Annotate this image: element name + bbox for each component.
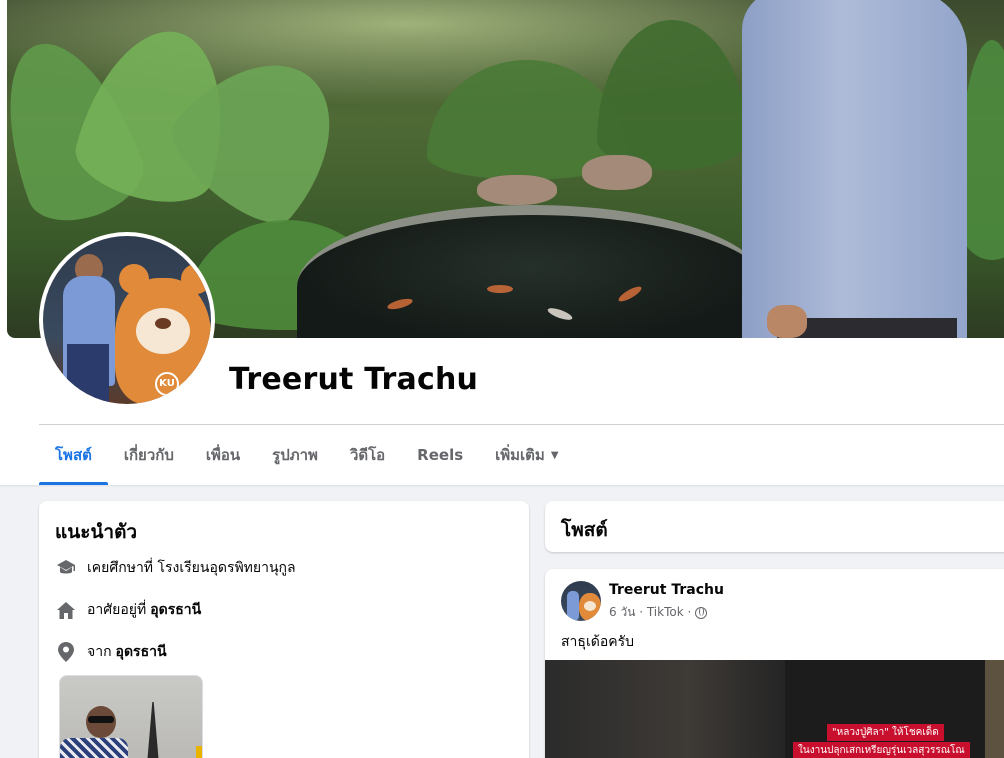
tab-reels[interactable]: Reels: [401, 425, 479, 485]
intro-lives-place[interactable]: อุดรธานี: [150, 599, 201, 621]
tab-friends[interactable]: เพื่อน: [190, 425, 256, 485]
profile-name: Treerut Trachu: [229, 362, 479, 397]
globe-icon[interactable]: [695, 606, 708, 619]
post-meta: 6 วัน · TikTok ·: [609, 603, 708, 622]
photo-person-shirt: [60, 738, 128, 758]
post-author-name[interactable]: Treerut Trachu: [609, 582, 724, 598]
photo-eiffel-tower: [146, 702, 160, 758]
avatar-person: [567, 591, 579, 621]
posts-header-card: โพสต์: [545, 501, 1004, 552]
cover-koi: [487, 285, 513, 293]
tab-label: โพสต์: [55, 446, 92, 464]
video-caption-line: ในงานปลุกเสกเหรียญรุ่นเวลสุวรรณโณ: [793, 742, 970, 758]
tab-label: เกี่ยวกับ: [123, 446, 174, 464]
tab-more[interactable]: เพิ่มเติม ▼: [479, 425, 574, 485]
intro-from-row: จาก อุดรธานี: [55, 641, 167, 663]
cover-koi-pond: [297, 205, 767, 338]
avatar-person-jeans: [67, 344, 109, 404]
tab-label: เพื่อน: [205, 446, 241, 464]
cover-rock: [582, 155, 652, 190]
post-author-avatar[interactable]: [561, 581, 601, 621]
intro-lives-row: อาศัยอยู่ที่ อุดรธานี: [55, 599, 201, 621]
post-meta-text[interactable]: 6 วัน · TikTok ·: [609, 603, 691, 622]
profile-tabs: โพสต์ เกี่ยวกับ เพื่อน รูปภาพ วิดีโอ Ree…: [39, 425, 575, 485]
tab-label: รูปภาพ: [272, 446, 318, 464]
graduation-cap-icon: [55, 557, 77, 579]
photo-person-sunglasses: [88, 716, 114, 723]
tab-photos[interactable]: รูปภาพ: [256, 425, 334, 485]
cover-person-hand: [767, 305, 807, 338]
cover-person-shirt: [742, 0, 967, 338]
avatar-bear-face: [136, 308, 190, 354]
post-video[interactable]: "หลวงปู่ศิลา" ให้โชคเด็ด ในงานปลุกเสกเหร…: [545, 660, 1004, 758]
intro-title: แนะนำตัว: [55, 521, 138, 543]
avatar-bear-face: [584, 601, 596, 611]
video-blurred-background: [545, 660, 785, 758]
location-pin-icon: [55, 641, 77, 663]
cover-rock: [477, 175, 557, 205]
video-side-panel: [985, 660, 1004, 758]
profile-picture[interactable]: KU: [43, 236, 211, 404]
photo-yellow-object: [196, 746, 202, 758]
tab-label: เพิ่มเติม: [495, 446, 545, 464]
intro-from-place[interactable]: อุดรธานี: [116, 641, 167, 663]
tab-label: Reels: [417, 446, 464, 464]
intro-card: แนะนำตัว เคยศึกษาที่ โรงเรียนอุดรพิทยานุ…: [39, 501, 529, 758]
header-shadow: [0, 485, 1004, 487]
post-card: Treerut Trachu 6 วัน · TikTok · สาธุเด้อ…: [545, 569, 1004, 758]
home-icon: [55, 599, 77, 621]
avatar-bear-logo: KU: [155, 372, 179, 396]
avatar-bear-nose: [155, 318, 171, 329]
featured-photo[interactable]: [59, 675, 203, 758]
tab-label: วิดีโอ: [349, 446, 386, 464]
video-caption-line: "หลวงปู่ศิลา" ให้โชคเด็ด: [827, 724, 944, 741]
intro-education-text: เคยศึกษาที่ โรงเรียนอุดรพิทยานุกูล: [87, 560, 296, 576]
caret-down-icon: ▼: [550, 449, 559, 461]
tab-videos[interactable]: วิดีโอ: [334, 425, 401, 485]
tab-about[interactable]: เกี่ยวกับ: [108, 425, 190, 485]
posts-title: โพสต์: [561, 519, 608, 541]
intro-from-prefix: จาก: [87, 644, 112, 660]
tab-posts[interactable]: โพสต์: [39, 425, 108, 485]
intro-education-row: เคยศึกษาที่ โรงเรียนอุดรพิทยานุกูล: [55, 557, 296, 579]
intro-lives-prefix: อาศัยอยู่ที่: [87, 602, 147, 618]
post-text: สาธุเด้อครับ: [561, 634, 635, 650]
